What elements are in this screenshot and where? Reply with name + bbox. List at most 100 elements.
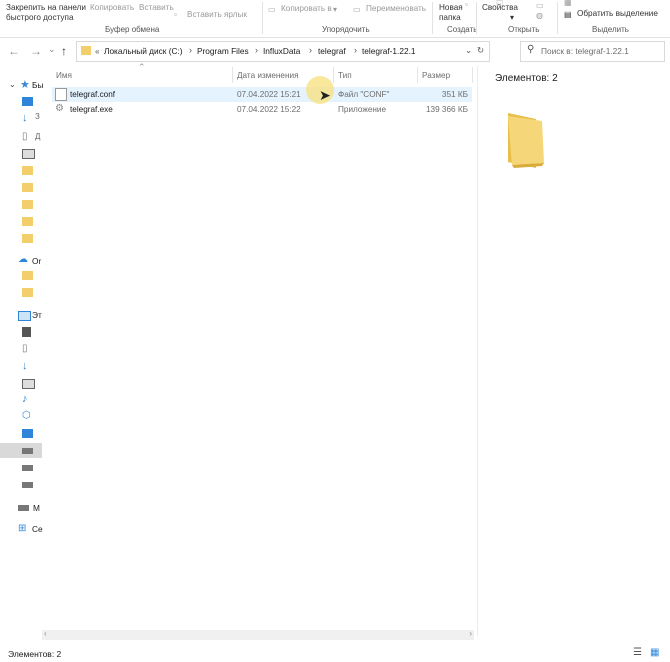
copy-button[interactable]: Копировать bbox=[90, 3, 134, 12]
folder-icon bbox=[508, 113, 544, 168]
breadcrumb-local-disk[interactable]: Локальный диск (C:) bbox=[104, 46, 183, 56]
file-size: 351 КБ bbox=[441, 90, 468, 99]
folder-icon[interactable] bbox=[22, 200, 33, 209]
star-icon: ★ bbox=[20, 79, 30, 91]
breadcrumb-separator[interactable]: › bbox=[309, 45, 312, 55]
folder-icon[interactable] bbox=[22, 166, 33, 175]
group-organize-label: Упорядочить bbox=[322, 25, 370, 34]
chevron-down-icon[interactable]: ⌄ bbox=[9, 80, 16, 89]
pin-quick-access-button[interactable]: Закрепить на панели bbox=[6, 3, 86, 12]
file-date: 07.04.2022 15:21 bbox=[237, 90, 301, 99]
ribbon-divider bbox=[557, 2, 558, 34]
chevron-down-icon: ▾ bbox=[510, 13, 515, 22]
file-name[interactable]: telegraf.exe bbox=[70, 105, 113, 114]
paste-shortcut-icon: ▫ bbox=[174, 10, 177, 19]
breadcrumb-separator[interactable]: › bbox=[354, 45, 357, 55]
paste-button[interactable]: Вставить bbox=[139, 3, 174, 12]
pictures-icon[interactable] bbox=[22, 379, 35, 389]
file-size: 139 366 КБ bbox=[425, 105, 468, 114]
desktop-icon[interactable] bbox=[22, 97, 33, 106]
drive-icon[interactable] bbox=[22, 465, 33, 471]
breadcrumb-overflow[interactable]: « bbox=[95, 46, 100, 56]
new-item-icon: ▫ bbox=[465, 0, 468, 9]
column-header-size[interactable]: Размер bbox=[422, 71, 450, 80]
nav-network[interactable]: Се bbox=[32, 524, 43, 534]
new-folder-button[interactable]: Новая bbox=[439, 3, 463, 12]
download-icon[interactable]: ↓ bbox=[22, 112, 28, 124]
forward-button[interactable]: → bbox=[30, 44, 42, 58]
document-icon[interactable]: ▯ bbox=[22, 343, 28, 354]
navigation-pane[interactable] bbox=[0, 66, 42, 636]
breadcrumb-separator[interactable]: › bbox=[189, 45, 192, 55]
large-icons-view-icon[interactable]: ▦ bbox=[650, 647, 659, 658]
ribbon-divider bbox=[262, 2, 263, 34]
scroll-left-icon[interactable]: ‹ bbox=[44, 629, 47, 638]
breadcrumb-telegraf[interactable]: telegraf bbox=[318, 46, 346, 56]
scroll-right-icon[interactable]: › bbox=[469, 629, 472, 638]
invert-selection-icon: ▤ bbox=[564, 10, 572, 19]
column-header-type[interactable]: Тип bbox=[338, 71, 352, 80]
nav-media[interactable]: M bbox=[33, 503, 40, 513]
music-icon[interactable]: ♪ bbox=[22, 393, 28, 405]
column-divider[interactable] bbox=[333, 67, 334, 83]
nav-this-pc[interactable]: Эт bbox=[32, 310, 42, 320]
column-divider[interactable] bbox=[472, 67, 473, 83]
group-clipboard-label: Буфер обмена bbox=[105, 25, 160, 34]
copy-to-button[interactable]: Копировать в bbox=[281, 4, 332, 13]
mouse-pointer-icon: ➤ bbox=[319, 87, 331, 103]
column-divider[interactable] bbox=[417, 67, 418, 83]
file-type: Файл "CONF" bbox=[338, 90, 390, 99]
address-dropdown-icon[interactable]: ⌄ bbox=[465, 45, 472, 55]
search-box[interactable]: ⚲ Поиск в: telegraf-1.22.1 bbox=[520, 41, 665, 62]
column-divider[interactable] bbox=[232, 67, 233, 83]
folder-icon[interactable] bbox=[22, 217, 33, 226]
network-icon: ⊞ bbox=[18, 523, 27, 534]
back-button[interactable]: ← bbox=[8, 44, 20, 58]
breadcrumb-telegraf-version[interactable]: telegraf-1.22.1 bbox=[362, 46, 416, 56]
up-button[interactable]: ↑ bbox=[61, 44, 67, 58]
drive-icon[interactable] bbox=[22, 448, 33, 454]
pin-quick-access-button-line2[interactable]: быстрого доступа bbox=[6, 13, 74, 22]
drive-icon[interactable] bbox=[22, 482, 33, 488]
chevron-down-icon: ▾ bbox=[333, 5, 338, 14]
pictures-icon[interactable] bbox=[22, 149, 35, 159]
3d-objects-icon[interactable]: ⬡ bbox=[22, 410, 31, 421]
address-bar[interactable]: « Локальный диск (C:) › Program Files › … bbox=[76, 41, 490, 62]
breadcrumb-program-files[interactable]: Program Files bbox=[197, 46, 249, 56]
table-row[interactable]: ⚙ telegraf.exe 07.04.2022 15:22 Приложен… bbox=[52, 102, 472, 117]
properties-button[interactable]: Свойства bbox=[482, 3, 518, 12]
nav-quick-access[interactable]: Бы bbox=[32, 80, 43, 90]
download-icon[interactable]: ↓ bbox=[22, 360, 28, 372]
folder-icon[interactable] bbox=[22, 183, 33, 192]
breadcrumb-influxdata[interactable]: InfluxData bbox=[263, 46, 300, 56]
folder-icon[interactable] bbox=[22, 288, 33, 297]
folder-icon[interactable] bbox=[22, 271, 33, 280]
refresh-icon[interactable]: ↻ bbox=[477, 45, 484, 55]
file-date: 07.04.2022 15:22 bbox=[237, 105, 301, 114]
pane-divider[interactable] bbox=[477, 66, 478, 636]
paste-shortcut-button[interactable]: Вставить ярлык bbox=[187, 10, 247, 19]
nav-item-label: З bbox=[35, 112, 40, 121]
column-header-date[interactable]: Дата изменения bbox=[237, 71, 299, 80]
document-icon[interactable]: ▯ bbox=[22, 131, 28, 142]
config-file-icon bbox=[55, 88, 67, 101]
breadcrumb-separator[interactable]: › bbox=[255, 45, 258, 55]
ribbon-divider bbox=[476, 2, 477, 34]
computer-icon bbox=[18, 311, 31, 321]
search-input[interactable]: Поиск в: telegraf-1.22.1 bbox=[541, 46, 629, 56]
details-view-icon[interactable]: ☰ bbox=[633, 647, 642, 658]
folder-icon[interactable] bbox=[22, 234, 33, 243]
new-folder-button-line2[interactable]: папка bbox=[439, 13, 461, 22]
nav-onedrive[interactable]: Or bbox=[32, 256, 41, 266]
search-icon: ⚲ bbox=[527, 44, 535, 55]
recent-locations-button[interactable]: ⌄ bbox=[48, 44, 56, 55]
rename-button[interactable]: Переименовать bbox=[366, 4, 426, 13]
column-header-name[interactable]: Имя bbox=[56, 71, 72, 80]
file-type: Приложение bbox=[338, 105, 387, 114]
desktop-icon[interactable] bbox=[22, 429, 33, 438]
table-row[interactable]: telegraf.conf 07.04.2022 15:21 Файл "CON… bbox=[52, 87, 472, 102]
file-name[interactable]: telegraf.conf bbox=[70, 90, 115, 99]
horizontal-scrollbar[interactable]: ‹ › bbox=[42, 629, 474, 640]
objects-icon[interactable] bbox=[22, 327, 31, 337]
invert-selection-button[interactable]: Обратить выделение bbox=[577, 9, 658, 18]
